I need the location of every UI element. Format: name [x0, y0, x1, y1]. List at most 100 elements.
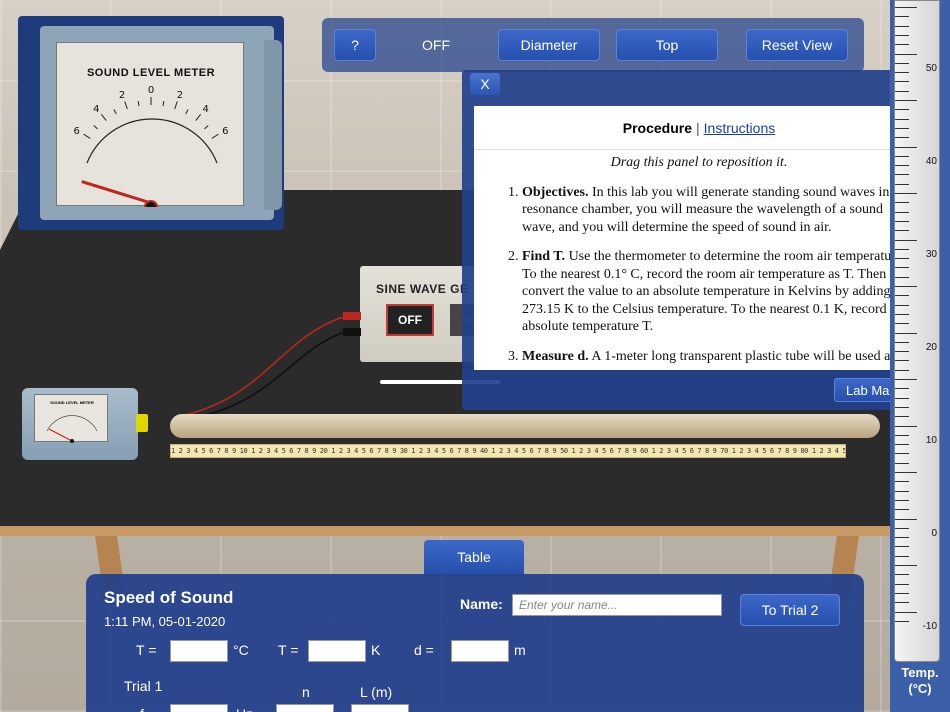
- thermometer-tick: [895, 295, 909, 297]
- meter-tick: [100, 113, 107, 121]
- thermometer-tick: [895, 379, 917, 380]
- thermometer-tick: [895, 16, 909, 18]
- trial-label: Trial 1: [124, 678, 163, 694]
- thermometer-tick: [895, 183, 909, 185]
- instructions-link[interactable]: Instructions: [704, 120, 776, 136]
- close-panel-button[interactable]: X: [470, 73, 500, 95]
- t-kelvin-input[interactable]: [308, 640, 366, 662]
- procedure-list: Objectives. In this lab you will generat…: [474, 184, 924, 366]
- thermometer-tick: [895, 202, 909, 204]
- thermometer-tick: [895, 425, 917, 427]
- meter-tick-label: 0: [148, 85, 154, 96]
- thermometer-label: Temp. (°C): [901, 665, 939, 696]
- reset-view-button[interactable]: Reset View: [746, 29, 848, 61]
- thermometer-tick: [895, 462, 909, 464]
- thermometer-tick: [895, 313, 909, 315]
- meter-tick: [83, 133, 91, 139]
- thermometer-tick: [895, 276, 909, 278]
- thermometer-scale: 50 40 30 20 10 0 -10: [894, 0, 940, 662]
- thermometer-tick: [895, 155, 909, 157]
- top-view-button[interactable]: Top: [616, 29, 718, 61]
- small-sound-meter[interactable]: SOUND LEVEL METER: [22, 388, 138, 460]
- thermometer-tick: [895, 323, 909, 325]
- thermometer-tick: [895, 546, 909, 548]
- meter-tick: [137, 100, 140, 107]
- thermometer-label-value: 30: [925, 249, 937, 260]
- name-input[interactable]: Enter your name...: [512, 594, 722, 616]
- n-input[interactable]: [276, 704, 334, 712]
- thermometer-tick: [895, 537, 909, 539]
- thermometer-tick: [895, 341, 909, 343]
- generator-power-button[interactable]: OFF: [386, 304, 434, 336]
- thermometer-tick: [895, 444, 909, 446]
- thermometer-tick: [895, 44, 909, 46]
- procedure-text: Drag this panel to reposition it. Object…: [474, 150, 924, 370]
- d-input[interactable]: [451, 640, 509, 662]
- l-input[interactable]: [351, 704, 409, 712]
- table-tab[interactable]: Table: [424, 540, 524, 574]
- thermometer-tick: [895, 434, 909, 436]
- meter-tick: [93, 125, 98, 130]
- procedure-panel[interactable]: X Procedure | Instructions Drag this pan…: [462, 70, 936, 410]
- d-label: d =: [414, 642, 434, 658]
- thermometer-tick: [895, 472, 917, 473]
- generator-label: SINE WAVE GE: [376, 282, 469, 296]
- thermometer-tick: [895, 481, 909, 483]
- t-celsius-input[interactable]: [170, 640, 228, 662]
- meter-pivot: [144, 200, 158, 207]
- procedure-item: Objectives. In this lab you will generat…: [522, 184, 910, 237]
- resonance-tube[interactable]: [170, 414, 880, 438]
- thermometer-tick: [895, 592, 909, 594]
- thermometer-tick: [895, 137, 909, 139]
- help-button[interactable]: ?: [334, 29, 376, 61]
- meter-tick: [195, 113, 202, 121]
- thermometer: 50 40 30 20 10 0 -10 Temp. (°C): [890, 0, 950, 712]
- thermometer-tick: [895, 369, 909, 371]
- thermometer-tick: [895, 499, 909, 501]
- thermometer-tick: [895, 620, 909, 622]
- data-table-panel: Speed of Sound 1:11 PM, 05-01-2020 Name:…: [86, 574, 864, 712]
- d-unit: m: [514, 642, 526, 658]
- procedure-item: Measure d. A 1-meter long transparent pl…: [522, 348, 910, 366]
- thermometer-tick: [895, 100, 917, 101]
- thermometer-tick: [895, 332, 917, 334]
- thermometer-tick: [895, 304, 909, 306]
- thermometer-label-value: 10: [925, 435, 937, 446]
- thermometer-tick: [895, 165, 909, 167]
- meter-face: SOUND LEVEL METER 6420246: [56, 42, 244, 207]
- lab-table-edge: [0, 526, 890, 536]
- data-table-title: Speed of Sound: [104, 588, 234, 607]
- thermometer-tick: [895, 25, 909, 27]
- thermometer-tick: [895, 351, 909, 353]
- thermometer-tick: [895, 53, 917, 55]
- thermometer-tick: [895, 453, 909, 455]
- meter-dial: 6 4 2 0 2 4 6: [74, 85, 228, 207]
- thermometer-tick: [895, 406, 909, 408]
- thermometer-tick: [895, 220, 909, 222]
- meter-tick-label: 4: [93, 104, 99, 115]
- thermometer-tick: [895, 416, 909, 418]
- meter-tick-label: 4: [202, 104, 208, 115]
- thermometer-tick: [895, 72, 909, 74]
- frequency-unit: Hz: [236, 706, 253, 712]
- thermometer-tick: [895, 239, 917, 241]
- t-kelvin-label: T =: [278, 642, 299, 658]
- frequency-input[interactable]: [170, 704, 228, 712]
- column-n-header: n: [302, 684, 310, 700]
- name-label: Name:: [460, 596, 503, 612]
- diameter-button[interactable]: Diameter: [498, 29, 600, 61]
- meter-tick: [124, 101, 128, 110]
- t-celsius-unit: °C: [233, 642, 249, 658]
- thermometer-tick: [895, 583, 909, 585]
- thermometer-tick: [895, 62, 909, 64]
- next-trial-button[interactable]: To Trial 2: [740, 594, 840, 626]
- thermometer-tick: [895, 565, 917, 566]
- t-kelvin-unit: K: [371, 642, 381, 658]
- thermometer-tick: [895, 146, 917, 148]
- frequency-label: f: [140, 706, 144, 712]
- meter-tick-label: 6: [74, 126, 80, 137]
- thermometer-label-value: -10: [922, 621, 937, 632]
- thermometer-tick: [895, 388, 909, 390]
- thermometer-tick: [895, 490, 909, 492]
- power-status: OFF: [422, 37, 450, 53]
